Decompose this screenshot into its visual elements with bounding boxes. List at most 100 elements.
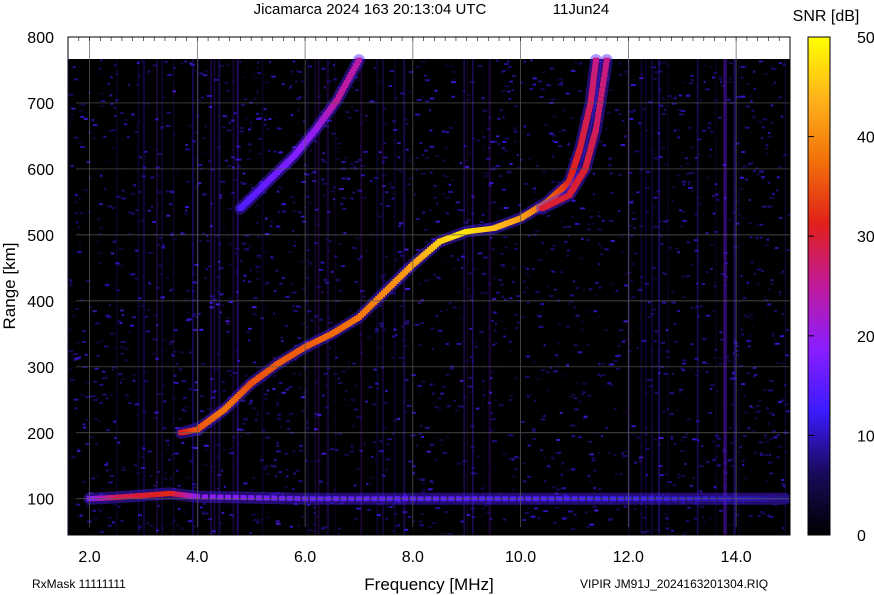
noise-speckle [264, 393, 268, 396]
noise-speckle [604, 384, 609, 387]
noise-speckle [397, 169, 402, 172]
noise-speckle [429, 145, 435, 148]
noise-speckle [299, 444, 303, 447]
noise-speckle [497, 143, 500, 146]
noise-speckle [777, 193, 782, 196]
noise-speckle [135, 130, 138, 133]
y-tick-label: 100 [27, 492, 54, 509]
noise-speckle [204, 277, 207, 280]
noise-speckle [109, 304, 112, 307]
noise-speckle [749, 334, 753, 337]
y-tick-label: 800 [27, 30, 54, 47]
noise-speckle [504, 149, 509, 152]
noise-speckle [769, 196, 775, 199]
noise-speckle [386, 443, 390, 446]
noise-speckle [569, 395, 574, 398]
x-tick-label: 12.0 [613, 549, 644, 566]
noise-speckle [184, 406, 189, 409]
noise-speckle [500, 264, 505, 267]
noise-speckle [425, 79, 430, 82]
noise-speckle [239, 435, 244, 438]
noise-speckle [321, 67, 326, 70]
noise-speckle [69, 284, 72, 287]
noise-speckle [771, 67, 777, 70]
noise-speckle [781, 399, 785, 402]
noise-speckle [251, 407, 256, 410]
noise-speckle [152, 148, 156, 151]
noise-speckle [782, 527, 785, 530]
noise-speckle [451, 95, 455, 98]
noise-speckle [753, 70, 756, 73]
noise-speckle [709, 387, 713, 390]
noise-speckle [549, 67, 554, 70]
noise-speckle [603, 329, 608, 332]
noise-speckle [766, 325, 770, 328]
noise-speckle [775, 189, 779, 192]
noise-speckle [118, 505, 121, 508]
noise-speckle [274, 289, 277, 292]
noise-speckle [435, 314, 438, 317]
noise-speckle [417, 477, 422, 480]
noise-speckle [295, 80, 298, 83]
noise-speckle [618, 342, 623, 345]
noise-speckle [183, 511, 186, 514]
x-tick-label: 10.0 [505, 549, 536, 566]
noise-speckle [354, 384, 359, 387]
interference-streak [326, 59, 329, 535]
noise-speckle [277, 418, 281, 421]
noise-speckle [503, 63, 509, 66]
noise-speckle [430, 327, 434, 330]
noise-speckle [249, 489, 255, 492]
noise-speckle [459, 379, 464, 382]
noise-speckle [767, 131, 771, 134]
noise-speckle [94, 367, 99, 370]
noise-speckle [502, 116, 505, 119]
noise-speckle [352, 362, 356, 365]
noise-speckle [636, 191, 640, 194]
noise-speckle [283, 486, 289, 489]
noise-speckle [270, 257, 275, 260]
noise-speckle [85, 443, 89, 445]
noise-speckle [749, 236, 753, 239]
noise-speckle [119, 321, 123, 324]
noise-speckle [398, 222, 404, 225]
noise-speckle [256, 221, 259, 224]
noise-speckle [744, 430, 749, 433]
noise-speckle [370, 315, 374, 318]
noise-speckle [181, 441, 185, 444]
noise-speckle [166, 111, 172, 114]
noise-speckle [609, 283, 613, 286]
noise-speckle [491, 320, 494, 322]
noise-speckle [345, 111, 350, 113]
noise-speckle [256, 67, 259, 69]
noise-speckle [686, 418, 692, 421]
noise-speckle [622, 273, 627, 276]
noise-speckle [276, 127, 282, 130]
noise-speckle [622, 119, 625, 122]
noise-speckle [437, 397, 442, 400]
interference-streak [666, 59, 669, 535]
noise-speckle [451, 70, 456, 73]
noise-speckle [230, 448, 233, 451]
noise-speckle [418, 520, 422, 523]
noise-speckle [131, 373, 137, 376]
noise-speckle [194, 383, 197, 385]
noise-speckle [356, 79, 360, 82]
noise-speckle [426, 450, 431, 453]
noise-speckle [587, 474, 591, 477]
noise-speckle [71, 113, 74, 116]
noise-speckle [223, 485, 226, 488]
noise-speckle [140, 305, 143, 308]
noise-speckle [451, 81, 456, 84]
noise-speckle [150, 205, 153, 208]
noise-speckle [362, 443, 366, 446]
noise-speckle [262, 467, 267, 470]
noise-speckle [415, 444, 419, 447]
noise-speckle [185, 148, 190, 151]
noise-speckle [707, 126, 711, 129]
noise-speckle [99, 227, 103, 230]
noise-speckle [123, 118, 128, 121]
noise-speckle [579, 62, 583, 65]
noise-speckle [504, 298, 507, 301]
noise-speckle [75, 308, 79, 310]
